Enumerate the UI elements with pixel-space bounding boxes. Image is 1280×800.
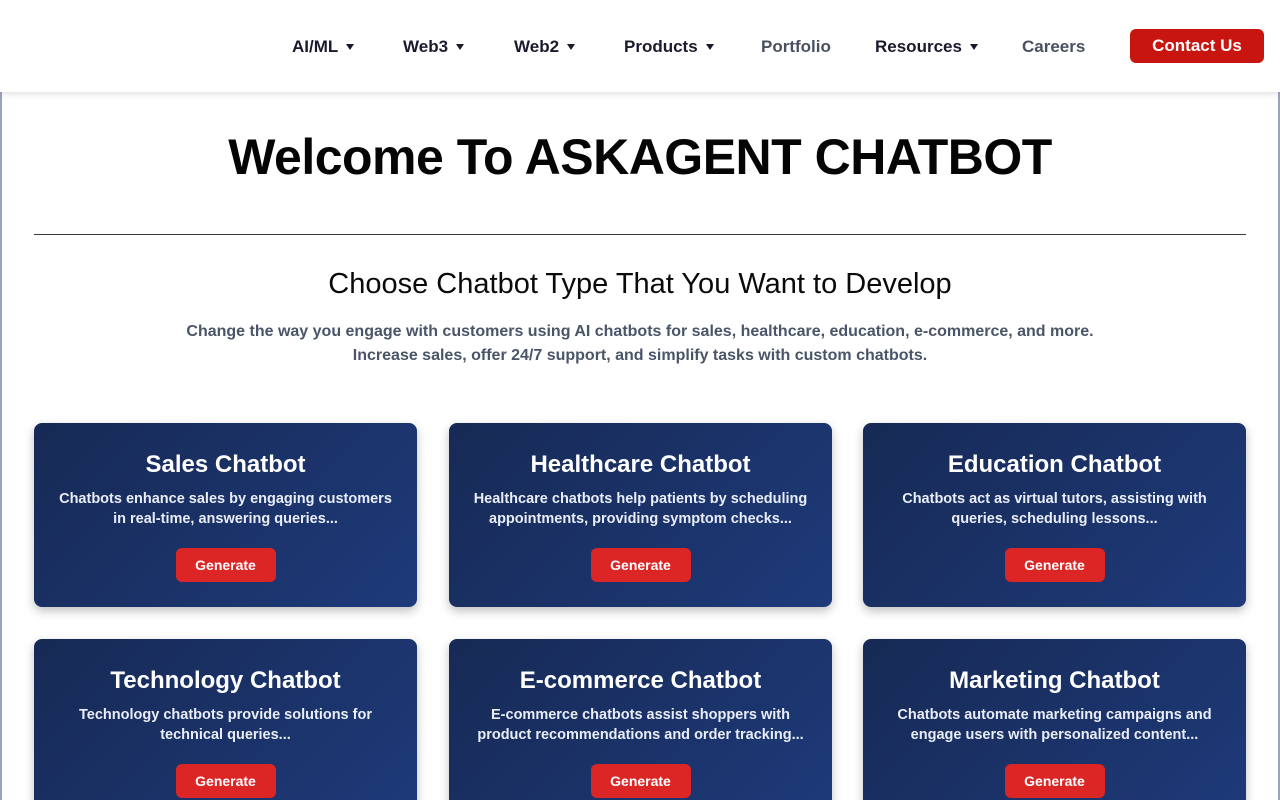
- card-description: Chatbots enhance sales by engaging custo…: [56, 489, 395, 529]
- card-description-line: Chatbots enhance sales by engaging custo…: [59, 491, 392, 507]
- card-title: Education Chatbot: [947, 451, 1162, 478]
- nav-label: Products: [624, 37, 698, 56]
- section-subtitle: Choose Chatbot Type That You Want to Dev…: [328, 268, 952, 300]
- generate-button[interactable]: Generate: [1004, 548, 1105, 582]
- chatbot-card-sales: Sales Chatbot Chatbots enhance sales by …: [34, 423, 417, 607]
- card-description-line: in real-time, answering queries...: [113, 511, 338, 527]
- card-description-line: Healthcare chatbots help patients by sch…: [473, 491, 808, 507]
- card-description: Healthcare chatbots help patients by sch…: [471, 489, 810, 529]
- chatbot-card-ecommerce: E-commerce Chatbot E-commerce chatbots a…: [449, 639, 832, 800]
- card-title: Sales Chatbot: [145, 451, 306, 478]
- card-description: Chatbots act as virtual tutors, assistin…: [885, 489, 1224, 529]
- card-description-line: appointments, providing symptom checks..…: [489, 511, 792, 527]
- card-title: Healthcare Chatbot: [530, 451, 751, 478]
- chevron-down-icon: [969, 44, 978, 50]
- nav-item-web2[interactable]: Web2: [514, 36, 576, 58]
- chevron-down-icon: [567, 44, 576, 50]
- page-title: Welcome To ASKAGENT CHATBOT: [228, 129, 1052, 185]
- card-title: E-commerce Chatbot: [519, 667, 762, 694]
- nav-item-resources[interactable]: Resources: [875, 36, 978, 58]
- generate-button[interactable]: Generate: [175, 764, 276, 798]
- chatbot-card-education: Education Chatbot Chatbots act as virtua…: [863, 423, 1246, 607]
- chatbot-card-marketing: Marketing Chatbot Chatbots automate mark…: [863, 639, 1246, 800]
- card-description: Technology chatbots provide solutions fo…: [56, 705, 395, 745]
- nav-item-portfolio[interactable]: Portfolio: [761, 36, 831, 58]
- card-description-line: engage users with personalized content..…: [910, 727, 1199, 743]
- nav-item-careers[interactable]: Careers: [1022, 36, 1085, 58]
- card-description-line: E-commerce chatbots assist shoppers with: [491, 707, 790, 723]
- nav-label: AI/ML: [292, 37, 339, 56]
- chevron-down-icon: [346, 44, 355, 50]
- nav-label: Careers: [1022, 37, 1086, 56]
- generate-button[interactable]: Generate: [175, 548, 276, 582]
- nav-label: Web2: [514, 37, 560, 56]
- card-description-line: Chatbots act as virtual tutors, assistin…: [902, 491, 1207, 507]
- nav-label: Resources: [875, 37, 962, 56]
- description-line: Change the way you engage with customers…: [186, 323, 1094, 340]
- generate-button[interactable]: Generate: [590, 548, 691, 582]
- card-description-line: queries, scheduling lessons...: [951, 511, 1158, 527]
- nav-item-web3[interactable]: Web3: [403, 36, 465, 58]
- contact-us-button[interactable]: Contact Us: [1130, 29, 1264, 63]
- nav-item-aiml[interactable]: AI/ML: [292, 36, 355, 58]
- nav-item-products[interactable]: Products: [624, 36, 714, 58]
- nav-label: Portfolio: [761, 37, 831, 56]
- chevron-down-icon: [456, 44, 465, 50]
- chatbot-card-healthcare: Healthcare Chatbot Healthcare chatbots h…: [449, 423, 832, 607]
- top-navbar: AI/ML Web3 Web2 Products Portfolio Resou…: [0, 0, 1280, 92]
- card-description-line: product recommendations and order tracki…: [477, 727, 804, 743]
- generate-button[interactable]: Generate: [1004, 764, 1105, 798]
- divider: [34, 234, 1246, 235]
- frame-border-left: [0, 92, 2, 800]
- card-description: Chatbots automate marketing campaigns an…: [885, 705, 1224, 745]
- chatbot-card-technology: Technology Chatbot Technology chatbots p…: [34, 639, 417, 800]
- generate-button[interactable]: Generate: [590, 764, 691, 798]
- nav-label: Web3: [403, 37, 449, 56]
- card-description: E-commerce chatbots assist shoppers with…: [471, 705, 810, 745]
- section-description: Change the way you engage with customers…: [140, 320, 1140, 368]
- description-line: Increase sales, offer 24/7 support, and …: [352, 347, 928, 364]
- card-description-line: technical queries...: [160, 727, 291, 743]
- card-description-line: Technology chatbots provide solutions fo…: [79, 707, 372, 723]
- card-title: Marketing Chatbot: [949, 667, 1160, 694]
- card-description-line: Chatbots automate marketing campaigns an…: [897, 707, 1212, 723]
- card-title: Technology Chatbot: [110, 667, 341, 694]
- chevron-down-icon: [705, 44, 714, 50]
